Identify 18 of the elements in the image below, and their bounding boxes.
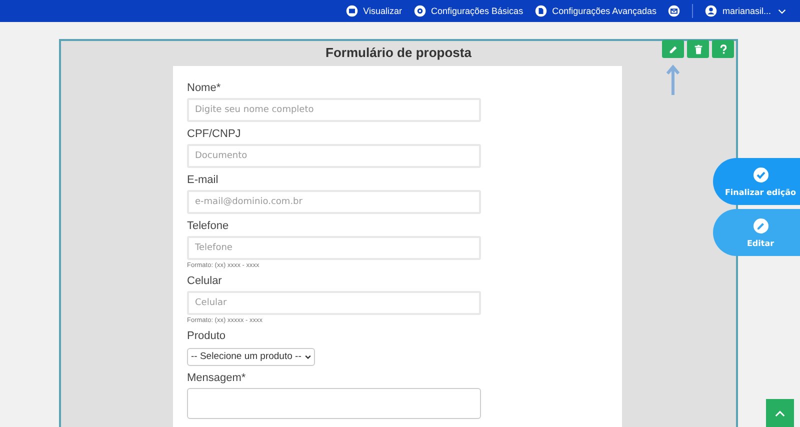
input-field[interactable]: Telefone	[187, 236, 481, 260]
input-field[interactable]: Celular	[187, 291, 481, 315]
field-label: CPF/CNPJ	[187, 128, 242, 141]
input-field[interactable]: Digite seu nome completo	[187, 98, 481, 122]
field-label: E-mail	[187, 174, 220, 187]
product-dropdown[interactable]: -- Selecione um produto --	[187, 348, 316, 366]
nav-link[interactable]: Configurações Avançadas	[535, 5, 656, 17]
input-field[interactable]: e-mail@dominio.com.br	[187, 190, 481, 214]
field-label: Nome*	[187, 82, 222, 95]
field-label: Mensagem*	[187, 372, 247, 384]
field-label: Telefone	[187, 220, 230, 233]
input-field[interactable]: Documento	[187, 144, 481, 168]
user-menu[interactable]: marianasil...	[705, 5, 786, 17]
nav-link[interactable]: Configurações Básicas	[414, 5, 524, 17]
field-label: Celular	[187, 275, 223, 288]
nav-link[interactable]: Visualizar	[346, 5, 402, 17]
field-label: Produto	[187, 330, 227, 343]
form-title: Formulário de proposta	[326, 44, 472, 60]
